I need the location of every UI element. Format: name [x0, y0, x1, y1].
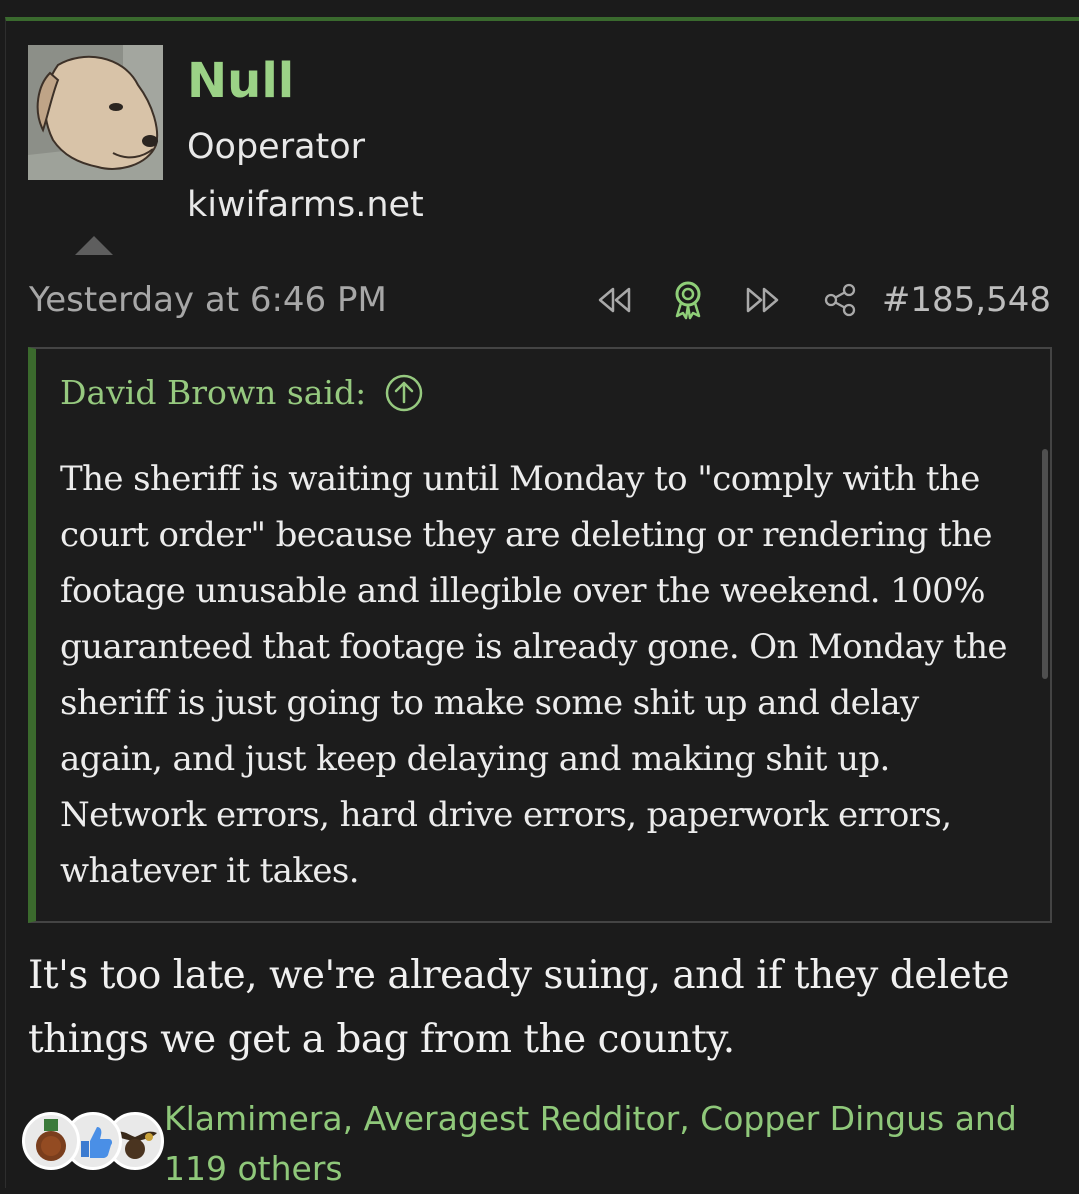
quote-author[interactable]: David Brown said:: [60, 371, 366, 415]
quote-text: The sheriff is waiting until Monday to "…: [60, 459, 1008, 891]
quote-attribution[interactable]: David Brown said:: [60, 371, 424, 415]
avatar[interactable]: [28, 45, 163, 180]
rewind-icon[interactable]: [594, 280, 634, 320]
user-banner: kiwifarms.net: [187, 185, 424, 225]
share-icon[interactable]: [820, 280, 860, 320]
quote-scrollbar[interactable]: [1042, 449, 1048, 679]
reaction-users-link[interactable]: Klamimera, Averagest Redditor, Copper Di…: [164, 1094, 1044, 1194]
username[interactable]: Null: [187, 52, 294, 110]
post-number[interactable]: #185,548: [882, 278, 1051, 322]
jump-to-quote-icon[interactable]: [384, 373, 424, 413]
fast-forward-icon[interactable]: [743, 280, 783, 320]
quote-block: David Brown said: The sheriff is waiting…: [28, 347, 1052, 923]
collapse-arrow-icon[interactable]: [75, 236, 113, 255]
post-message: It's too late, we're already suing, and …: [28, 953, 1010, 1062]
user-title: Ooperator: [187, 127, 366, 167]
award-icon[interactable]: [668, 280, 708, 320]
post-date[interactable]: Yesterday at 6:46 PM: [29, 278, 387, 322]
reaction-icons[interactable]: [22, 1112, 164, 1174]
medal-icon[interactable]: [22, 1112, 80, 1170]
